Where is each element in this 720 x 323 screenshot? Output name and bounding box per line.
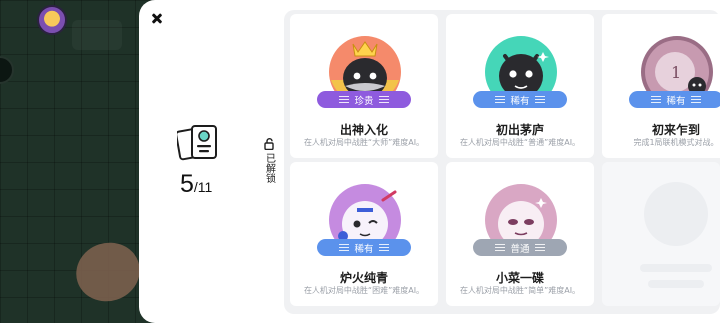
rarity-tag: 稀有: [473, 91, 567, 108]
achievement-title: 初来乍到: [651, 123, 700, 137]
unlock-icon: [263, 138, 274, 150]
close-icon[interactable]: [147, 9, 167, 29]
achievement-progress: 5/11: [180, 170, 212, 199]
svg-text:1: 1: [671, 63, 681, 82]
board-tile: [72, 20, 122, 50]
badge-collection-icon: [177, 125, 217, 161]
rarity-tag: 稀有: [629, 91, 720, 108]
rarity-tag: 珍贵: [317, 91, 411, 108]
achievement-title: 小菜一碟: [495, 271, 544, 285]
locked-achievement-card[interactable]: [602, 162, 720, 306]
unlocked-label: 已解锁: [263, 153, 275, 183]
progress-total: /11: [193, 179, 213, 195]
rarity-label: 稀有: [666, 95, 686, 107]
achievement-card[interactable]: 1 稀有 初来乍到 完成1局联机模式对战。: [602, 14, 720, 158]
achievement-title: 炉火纯青: [339, 271, 388, 285]
progress-current: 5: [180, 170, 194, 198]
rarity-label: 普通: [510, 243, 530, 255]
rarity-label: 稀有: [354, 243, 374, 255]
locked-badge-placeholder: [644, 182, 708, 246]
achievement-card[interactable]: 普通 小菜一碟 在人机对局中战胜“简单”难度AI。: [446, 162, 594, 306]
achievement-description: 在人机对局中战胜“大师”难度AI。: [303, 138, 425, 147]
achievement-description: 完成1局联机模式对战。: [633, 138, 719, 147]
achievement-card[interactable]: 珍贵 出神入化 在人机对局中战胜“大师”难度AI。: [290, 14, 438, 158]
rarity-tag: 普通: [473, 239, 567, 256]
achievement-card[interactable]: 稀有 炉火纯青 在人机对局中战胜“困难”难度AI。: [290, 162, 438, 306]
achievement-description: 在人机对局中战胜“困难”难度AI。: [303, 286, 425, 295]
rarity-label: 稀有: [510, 95, 530, 107]
achievement-description: 在人机对局中战胜“普通”难度AI。: [459, 138, 581, 147]
rarity-tag: 稀有: [317, 239, 411, 256]
achievement-card[interactable]: 稀有 初出茅庐 在人机对局中战胜“普通”难度AI。: [446, 14, 594, 158]
achievement-grid: 珍贵 出神入化 在人机对局中战胜“大师”难度AI。 稀有 初出茅庐 在人机对局中…: [284, 10, 720, 314]
unlocked-filter[interactable]: 已解锁: [262, 138, 276, 186]
rarity-label: 珍贵: [354, 95, 374, 107]
achievement-description: 在人机对局中战胜“简单”难度AI。: [459, 286, 581, 295]
locked-title-placeholder: [640, 264, 712, 272]
locked-desc-placeholder: [648, 280, 704, 288]
achievement-title: 出神入化: [339, 123, 388, 137]
player-avatar: [37, 5, 67, 35]
achievement-title: 初出茅庐: [495, 123, 544, 137]
